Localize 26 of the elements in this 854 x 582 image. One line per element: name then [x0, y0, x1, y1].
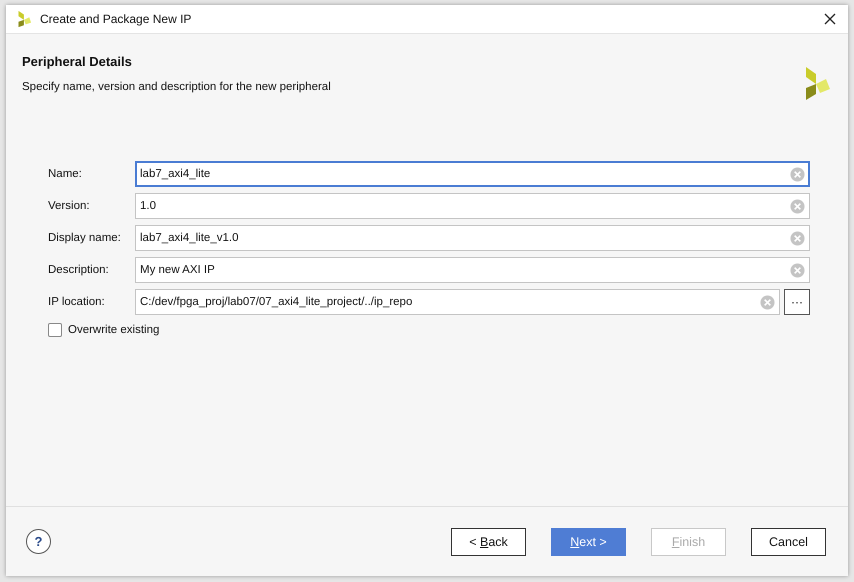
clear-icon[interactable] [760, 294, 775, 310]
page-heading: Peripheral Details [22, 54, 133, 69]
text-field[interactable]: lab7_axi4_lite_v1.0 [135, 225, 810, 251]
close-icon [824, 13, 836, 25]
field-label: IP location: [48, 296, 106, 308]
browse-button[interactable]: ··· [784, 289, 810, 315]
field-label: Name: [48, 168, 83, 180]
field-label: Version: [48, 200, 91, 212]
clear-icon[interactable] [790, 198, 805, 214]
clear-icon[interactable] [790, 230, 805, 246]
field-label: Display name: [48, 232, 122, 244]
text-field[interactable]: 1.0 [135, 193, 810, 219]
dialog-button[interactable]: Next > [551, 528, 626, 556]
field-label: Description: [48, 264, 110, 276]
clear-icon[interactable] [790, 262, 805, 278]
text-field[interactable]: My new AXI IP [135, 257, 810, 283]
help-button[interactable]: ? [26, 529, 51, 554]
text-field[interactable]: lab7_axi4_lite [135, 161, 810, 187]
window-title: Create and Package New IP [40, 12, 192, 26]
checkbox[interactable] [48, 323, 62, 337]
checkbox-label: Overwrite existing [68, 324, 160, 336]
clear-icon[interactable] [790, 166, 805, 182]
text-field[interactable]: C:/dev/fpga_proj/lab07/07_axi4_lite_project/../ip_repo [135, 289, 780, 315]
dialog-button[interactable]: Cancel [751, 528, 826, 556]
dialog-button[interactable]: < Back [451, 528, 526, 556]
page-description: Specify name, version and description for the new peripheral [22, 81, 331, 93]
